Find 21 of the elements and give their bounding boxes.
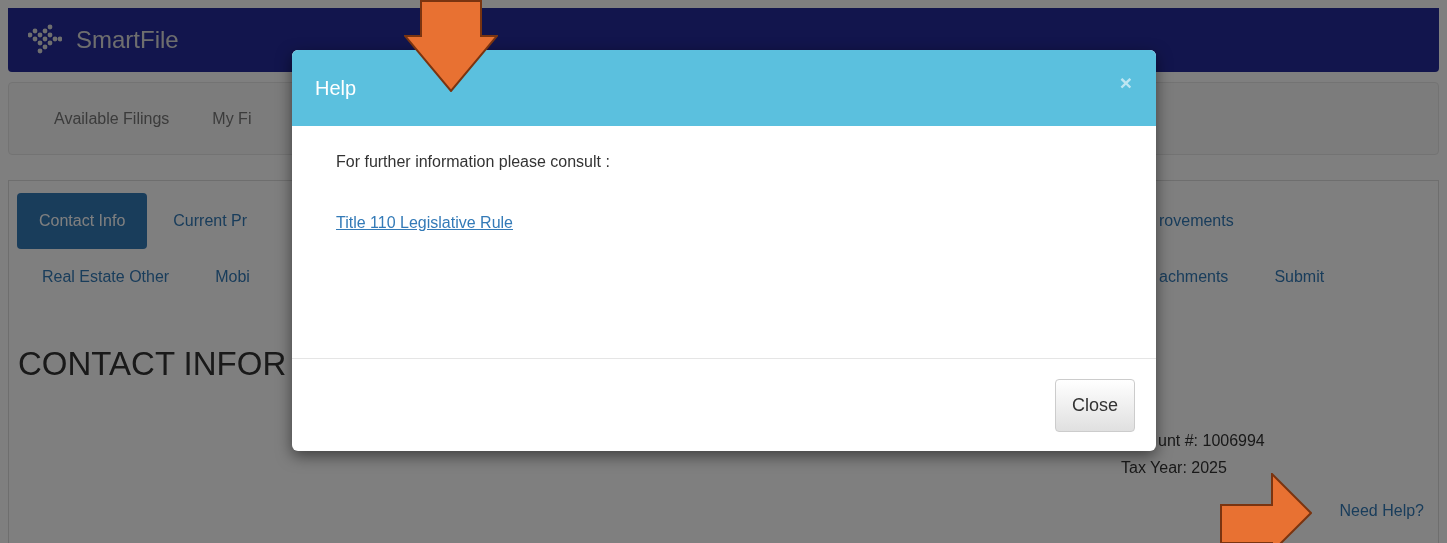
document-link[interactable]: Title 110 Legislative Rule <box>336 214 513 231</box>
close-button[interactable]: Close <box>1054 378 1135 432</box>
brand-name[interactable]: SmartFile <box>76 22 179 58</box>
nav-link[interactable]: Available Filings <box>54 106 170 131</box>
tab[interactable]: Contact Info <box>17 193 148 249</box>
page-heading: CONTACT INFOR <box>18 347 288 380</box>
dialog-message: For further information please consult : <box>336 152 611 172</box>
tax-year: Tax Year: 2025 <box>1121 459 1227 476</box>
tab[interactable]: Current Pr <box>173 193 248 249</box>
account-number: unt #: 1006994 <box>1158 431 1266 451</box>
help-link[interactable]: Need Help? <box>17 499 1424 523</box>
tab[interactable]: achments <box>1159 249 1229 305</box>
close-button[interactable]: × <box>1119 71 1132 93</box>
nav-link[interactable]: My Fi <box>212 106 252 131</box>
dialog-title: Help <box>315 76 357 100</box>
tab[interactable]: rovements <box>1159 193 1234 249</box>
tab[interactable]: Mobi <box>215 249 250 305</box>
arrow-icon <box>404 0 498 92</box>
tab[interactable]: Real Estate Other <box>42 249 170 305</box>
arrow-icon <box>1220 473 1312 543</box>
tab[interactable]: Submit <box>1274 249 1325 305</box>
